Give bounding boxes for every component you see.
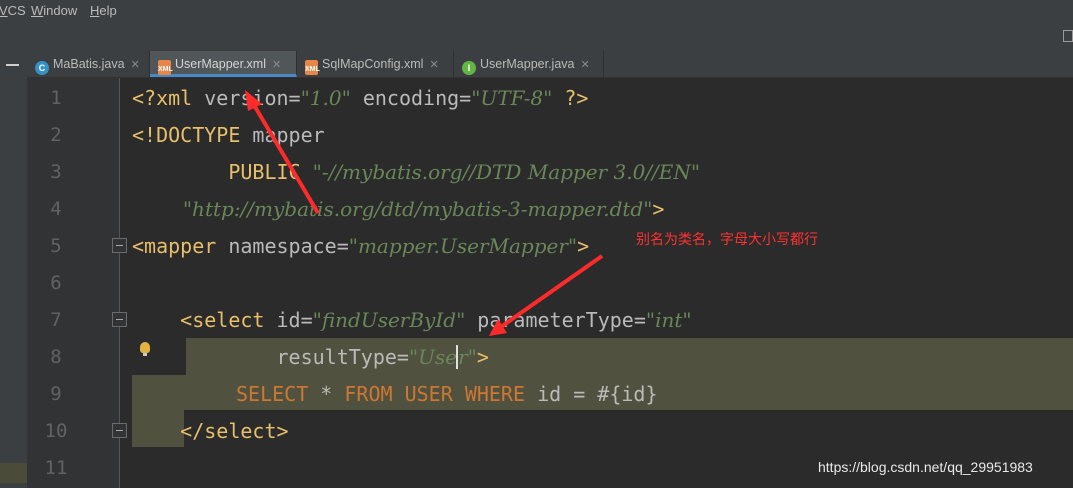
watermark: https://blog.csdn.net/qq_29951983 (818, 459, 1033, 475)
annotation-text: 别名为类名，字母大小写都行 (636, 232, 818, 248)
arrow-head (245, 90, 262, 111)
arrow-to-resulttype (496, 254, 604, 331)
arrow-to-version (249, 98, 320, 215)
annotation-arrows (245, 90, 604, 336)
arrow-head (489, 319, 507, 336)
